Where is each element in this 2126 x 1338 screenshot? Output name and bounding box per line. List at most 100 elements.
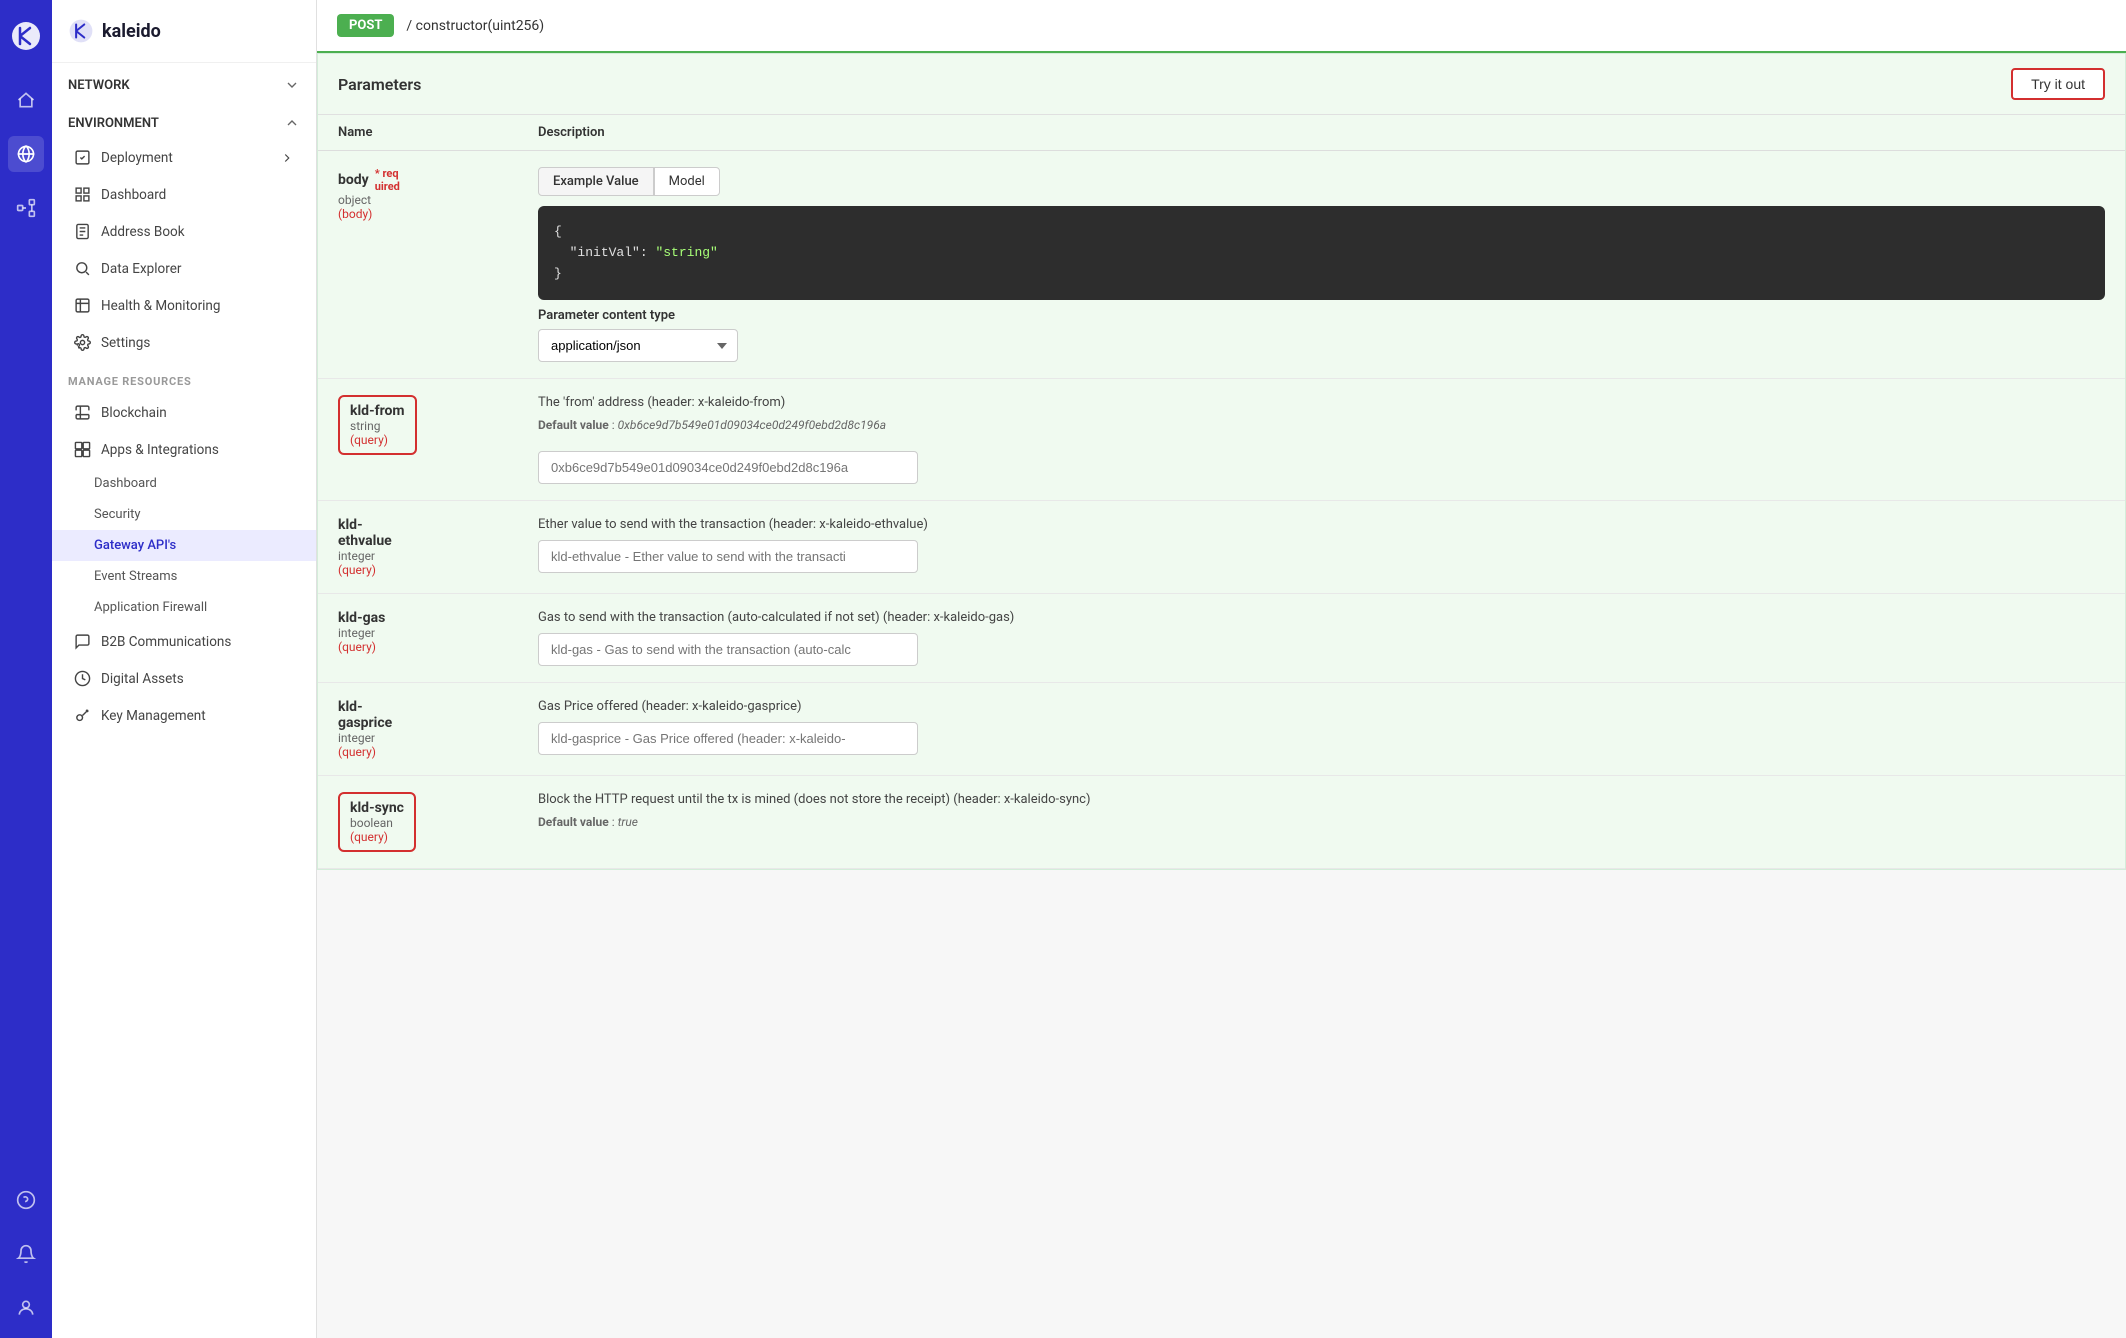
param-name-col-kld-gas: kld-gas integer (query): [338, 610, 538, 654]
kld-gas-input[interactable]: [538, 633, 918, 666]
user-nav-icon[interactable]: [8, 1290, 44, 1326]
key-management-icon: [74, 707, 91, 724]
settings-icon: [74, 334, 91, 351]
sidebar-item-deployment[interactable]: Deployment: [58, 140, 310, 175]
param-location-kld-from: (query): [350, 433, 405, 447]
sidebar-sub-item-event-streams[interactable]: Event Streams: [52, 561, 316, 592]
sidebar-item-health-monitoring[interactable]: Health & Monitoring: [58, 288, 310, 323]
param-row-kld-sync: kld-sync boolean (query) Block the HTTP …: [318, 776, 2125, 869]
dashboard-icon: [74, 186, 91, 203]
model-tab[interactable]: Model: [654, 167, 720, 196]
content-type-select[interactable]: application/json: [538, 329, 738, 362]
params-table-header: Name Description: [318, 115, 2125, 151]
environment-section-label: ENVIRONMENT: [68, 116, 159, 131]
param-desc-kld-gasprice: Gas Price offered (header: x-kaleido-gas…: [538, 699, 2105, 714]
sidebar-logo: kaleido: [52, 0, 316, 63]
sidebar-sub-item-dashboard[interactable]: Dashboard: [52, 468, 316, 499]
chevron-up-icon: [284, 115, 300, 131]
sidebar-item-digital-assets[interactable]: Digital Assets: [58, 661, 310, 696]
manage-resources-label: MANAGE RESOURCES: [52, 361, 316, 394]
param-desc-kld-gas: Gas to send with the transaction (auto-c…: [538, 610, 2105, 625]
sidebar-item-apps-integrations[interactable]: Apps & Integrations: [58, 432, 310, 467]
param-location-kld-sync: (query): [350, 830, 404, 844]
param-desc-col-kld-from: The 'from' address (header: x-kaleido-fr…: [538, 395, 2105, 484]
deployment-icon: [74, 149, 91, 166]
param-type-kld-ethvalue: integer: [338, 549, 538, 563]
network-section-header[interactable]: NETWORK: [52, 63, 316, 101]
params-section: Parameters Try it out Name Description b…: [317, 53, 2126, 870]
sidebar-item-key-management[interactable]: Key Management: [58, 698, 310, 733]
param-name-kld-gasprice: kld-gasprice: [338, 699, 538, 731]
question-nav-icon[interactable]: [8, 1182, 44, 1218]
param-name-kld-gas: kld-gas: [338, 610, 538, 626]
param-name-kld-from: kld-from: [350, 403, 405, 419]
sidebar-item-deployment-label: Deployment: [101, 150, 173, 166]
chevron-down-icon: [284, 77, 300, 93]
param-name-col-kld-ethvalue: kld-ethvalue integer (query): [338, 517, 538, 577]
param-name-box-kld-from: kld-from string (query): [338, 395, 417, 455]
kaleido-logo-icon[interactable]: [10, 20, 42, 52]
param-name-kld-ethvalue: kld-ethvalue: [338, 517, 538, 549]
param-name-col-kld-from: kld-from string (query): [338, 395, 538, 455]
default-value-kld-sync: Default value : true: [538, 815, 2105, 829]
param-desc-col-body: Example Value Model { "initVal": "string…: [538, 167, 2105, 362]
param-type-kld-sync: boolean: [350, 816, 404, 830]
endpoint-path: / constructor(uint256): [406, 18, 544, 34]
params-header: Parameters Try it out: [318, 54, 2125, 115]
blockchain-icon: [74, 404, 91, 421]
param-desc-col-kld-ethvalue: Ether value to send with the transaction…: [538, 517, 2105, 573]
try-it-out-button[interactable]: Try it out: [2011, 68, 2105, 100]
sidebar-item-digital-assets-label: Digital Assets: [101, 671, 184, 687]
param-name-col-kld-gasprice: kld-gasprice integer (query): [338, 699, 538, 759]
param-desc-kld-sync: Block the HTTP request until the tx is m…: [538, 792, 2105, 807]
sidebar-item-data-explorer[interactable]: Data Explorer: [58, 251, 310, 286]
kld-ethvalue-input[interactable]: [538, 540, 918, 573]
sidebar-item-data-explorer-label: Data Explorer: [101, 261, 181, 277]
param-required-body: * required: [375, 167, 400, 193]
sidebar-item-dashboard-label: Dashboard: [101, 187, 166, 203]
example-value-tab[interactable]: Example Value: [538, 167, 654, 196]
network-section-label: NETWORK: [68, 78, 130, 93]
param-row-kld-ethvalue: kld-ethvalue integer (query) Ether value…: [318, 501, 2125, 594]
sidebar-item-settings-label: Settings: [101, 335, 150, 351]
nodes-nav-icon[interactable]: [8, 190, 44, 226]
sidebar-item-b2b-label: B2B Communications: [101, 634, 231, 650]
icon-bar: [0, 0, 52, 1338]
address-book-icon: [74, 223, 91, 240]
kld-from-input[interactable]: [538, 451, 918, 484]
param-name-body: body * required: [338, 167, 538, 193]
bell-nav-icon[interactable]: [8, 1236, 44, 1272]
endpoint-bar: POST / constructor(uint256): [317, 0, 2126, 53]
params-title: Parameters: [338, 75, 421, 94]
method-badge: POST: [337, 14, 394, 37]
sidebar-sub-item-security[interactable]: Security: [52, 499, 316, 530]
param-type-kld-from: string: [350, 419, 405, 433]
sidebar-sub-item-gateway-apis[interactable]: Gateway API's: [52, 530, 316, 561]
sidebar-item-address-book[interactable]: Address Book: [58, 214, 310, 249]
param-name-col-body: body * required object (body): [338, 167, 538, 221]
kld-gasprice-input[interactable]: [538, 722, 918, 755]
param-name-col-kld-sync: kld-sync boolean (query): [338, 792, 538, 852]
sidebar-item-health-monitoring-label: Health & Monitoring: [101, 298, 220, 314]
sidebar-item-blockchain-label: Blockchain: [101, 405, 167, 421]
home-nav-icon[interactable]: [8, 82, 44, 118]
sidebar-logo-icon: [68, 18, 94, 44]
apps-integrations-icon: [74, 441, 91, 458]
sidebar-item-blockchain[interactable]: Blockchain: [58, 395, 310, 430]
param-row-kld-from: kld-from string (query) The 'from' addre…: [318, 379, 2125, 501]
environment-section-header[interactable]: ENVIRONMENT: [52, 101, 316, 139]
param-location-kld-gasprice: (query): [338, 745, 538, 759]
param-desc-kld-from: The 'from' address (header: x-kaleido-fr…: [538, 395, 2105, 410]
globe-nav-icon[interactable]: [8, 136, 44, 172]
sidebar-item-b2b[interactable]: B2B Communications: [58, 624, 310, 659]
sidebar-item-dashboard[interactable]: Dashboard: [58, 177, 310, 212]
sidebar-item-key-management-label: Key Management: [101, 708, 206, 724]
sidebar: kaleido NETWORK ENVIRONMENT Deployment D…: [52, 0, 317, 1338]
main-content: POST / constructor(uint256) Parameters T…: [317, 0, 2126, 1338]
b2b-icon: [74, 633, 91, 650]
chevron-right-icon: [280, 151, 294, 165]
param-desc-col-kld-gas: Gas to send with the transaction (auto-c…: [538, 610, 2105, 666]
sidebar-sub-item-app-firewall[interactable]: Application Firewall: [52, 592, 316, 623]
param-desc-kld-ethvalue: Ether value to send with the transaction…: [538, 517, 2105, 532]
sidebar-item-settings[interactable]: Settings: [58, 325, 310, 360]
